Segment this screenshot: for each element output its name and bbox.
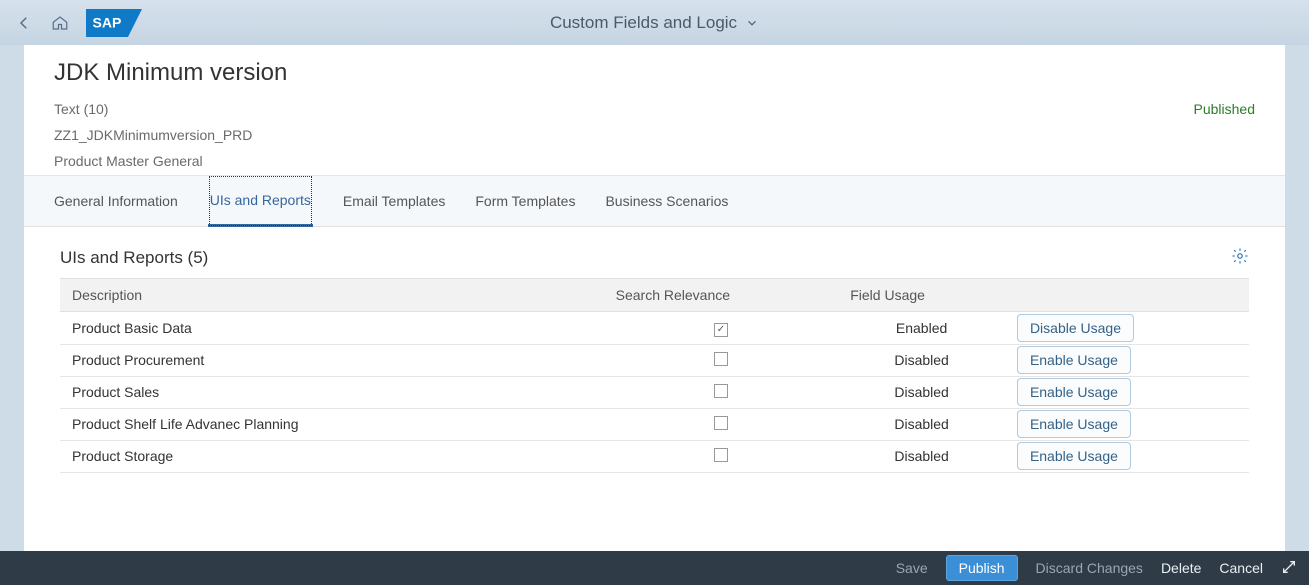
settings-gear-icon[interactable] (1231, 247, 1249, 268)
row-field-usage: Disabled (838, 344, 1005, 376)
search-relevance-checkbox[interactable] (714, 416, 728, 430)
shell-title-text: Custom Fields and Logic (550, 13, 737, 33)
column-description: Description (60, 279, 604, 312)
row-action-cell: Disable Usage (1005, 312, 1249, 345)
tab-bar: General Information UIs and Reports Emai… (24, 175, 1285, 227)
field-type-line: Text (10) (54, 101, 252, 117)
uis-reports-table: Description Search Relevance Field Usage… (60, 278, 1249, 473)
table-row[interactable]: Product Sales Disabled Enable Usage (60, 376, 1249, 408)
table-row[interactable]: Product Basic Data Enabled Disable Usage (60, 312, 1249, 345)
row-action-cell: Enable Usage (1005, 344, 1249, 376)
column-field-usage: Field Usage (838, 279, 1005, 312)
delete-button[interactable]: Delete (1161, 560, 1201, 576)
enable-usage-button[interactable]: Enable Usage (1017, 378, 1131, 406)
row-search-relevance (604, 344, 839, 376)
section-title: UIs and Reports (5) (60, 248, 208, 268)
fullscreen-icon[interactable] (1281, 559, 1297, 578)
nav-group: SAP (8, 7, 144, 39)
tab-email-templates[interactable]: Email Templates (343, 175, 445, 227)
svg-text:SAP: SAP (93, 14, 122, 30)
disable-usage-button[interactable]: Disable Usage (1017, 314, 1134, 342)
row-description: Product Storage (60, 440, 604, 472)
sap-logo: SAP (84, 8, 144, 38)
publish-button[interactable]: Publish (946, 555, 1018, 581)
back-icon[interactable] (8, 7, 40, 39)
column-action (1005, 279, 1249, 312)
row-action-cell: Enable Usage (1005, 376, 1249, 408)
home-icon[interactable] (44, 7, 76, 39)
shell-header: SAP Custom Fields and Logic (0, 0, 1309, 45)
technical-name: ZZ1_JDKMinimumversion_PRD (54, 127, 252, 143)
cancel-button[interactable]: Cancel (1219, 560, 1263, 576)
tab-form-templates[interactable]: Form Templates (475, 175, 575, 227)
row-search-relevance (604, 440, 839, 472)
shell-title-dropdown[interactable]: Custom Fields and Logic (550, 13, 759, 33)
page: JDK Minimum version Text (10) ZZ1_JDKMin… (23, 45, 1286, 551)
business-context: Product Master General (54, 153, 252, 169)
search-relevance-checkbox[interactable] (714, 352, 728, 366)
row-action-cell: Enable Usage (1005, 408, 1249, 440)
footer-toolbar: Save Publish Discard Changes Delete Canc… (0, 551, 1309, 585)
page-title: JDK Minimum version (54, 59, 1255, 87)
discard-changes-button[interactable]: Discard Changes (1036, 560, 1143, 576)
row-search-relevance (604, 408, 839, 440)
object-header: JDK Minimum version Text (10) ZZ1_JDKMin… (24, 45, 1285, 175)
row-field-usage: Disabled (838, 440, 1005, 472)
search-relevance-checkbox[interactable] (714, 384, 728, 398)
chevron-down-icon (745, 16, 759, 30)
table-row[interactable]: Product Storage Disabled Enable Usage (60, 440, 1249, 472)
row-search-relevance (604, 376, 839, 408)
row-field-usage: Disabled (838, 408, 1005, 440)
tab-general-information[interactable]: General Information (54, 175, 178, 227)
row-description: Product Sales (60, 376, 604, 408)
header-sub-lines: Text (10) ZZ1_JDKMinimumversion_PRD Prod… (54, 101, 252, 169)
uis-reports-section: UIs and Reports (5) Description Search R… (24, 227, 1285, 483)
enable-usage-button[interactable]: Enable Usage (1017, 346, 1131, 374)
table-row[interactable]: Product Procurement Disabled Enable Usage (60, 344, 1249, 376)
row-field-usage: Disabled (838, 376, 1005, 408)
column-search-relevance: Search Relevance (604, 279, 839, 312)
row-description: Product Procurement (60, 344, 604, 376)
save-button[interactable]: Save (896, 560, 928, 576)
enable-usage-button[interactable]: Enable Usage (1017, 410, 1131, 438)
row-field-usage: Enabled (838, 312, 1005, 345)
search-relevance-checkbox[interactable] (714, 448, 728, 462)
status-badge: Published (1194, 101, 1256, 169)
row-action-cell: Enable Usage (1005, 440, 1249, 472)
table-row[interactable]: Product Shelf Life Advanec Planning Disab… (60, 408, 1249, 440)
enable-usage-button[interactable]: Enable Usage (1017, 442, 1131, 470)
row-description: Product Shelf Life Advanec Planning (60, 408, 604, 440)
row-search-relevance (604, 312, 839, 345)
row-description: Product Basic Data (60, 312, 604, 345)
tab-business-scenarios[interactable]: Business Scenarios (605, 175, 728, 227)
search-relevance-checkbox[interactable] (714, 323, 728, 337)
tab-uis-and-reports[interactable]: UIs and Reports (208, 175, 313, 227)
